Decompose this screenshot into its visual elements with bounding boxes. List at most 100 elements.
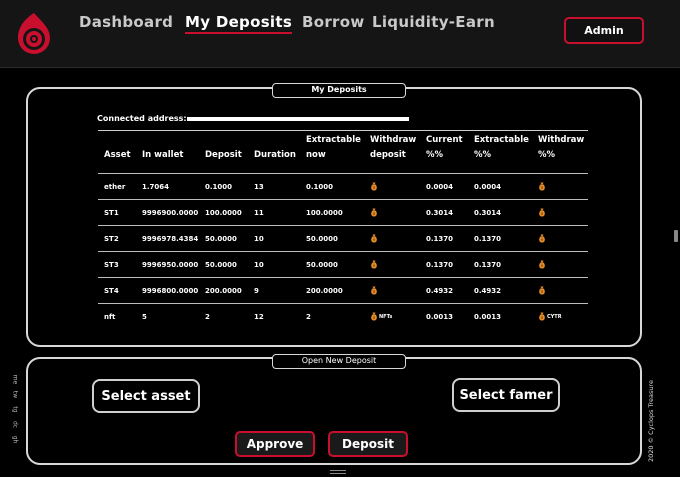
cell-duration: 12: [248, 303, 300, 330]
cell-extractable-now: 2: [300, 303, 364, 330]
money-bag-icon: [539, 182, 545, 191]
connected-address-label: Connected address:: [97, 114, 187, 123]
nav-my-deposits[interactable]: My Deposits: [185, 13, 293, 34]
cell-deposit: 200.0000: [199, 277, 248, 304]
money-bag-icon: [539, 234, 545, 243]
cell-extractable-pct: 0.4932: [468, 277, 532, 304]
cell-extractable-pct: 0.1370: [468, 251, 532, 278]
cell-asset: nft: [98, 303, 136, 330]
money-bag-icon: [539, 312, 545, 321]
cell-duration: 10: [248, 251, 300, 278]
cell-extractable-pct: 0.0004: [468, 173, 532, 200]
cell-deposit: 50.0000: [199, 225, 248, 252]
select-famer-button[interactable]: Select famer: [452, 378, 560, 412]
admin-button[interactable]: Admin: [564, 17, 644, 44]
resize-handle[interactable]: [330, 470, 346, 474]
col-current-pct: Current %%: [426, 135, 463, 160]
cell-deposit: 2: [199, 303, 248, 330]
table-row: nft 5 2 12 2 NFTs 0.0013 0.0013 CYTR: [98, 303, 588, 330]
withdraw-pct-button[interactable]: CYTR: [532, 303, 588, 330]
cell-extractable-now: 100.0000: [300, 199, 364, 226]
cell-in-wallet: 9996950.0000: [136, 251, 199, 278]
cell-current-pct: 0.1370: [420, 225, 468, 252]
deposits-table: Asset In wallet Deposit Duration Extract…: [98, 133, 588, 330]
deposit-button[interactable]: Deposit: [328, 431, 408, 457]
cell-deposit: 50.0000: [199, 251, 248, 278]
cell-extractable-pct: 0.0013: [468, 303, 532, 330]
money-bag-icon: [371, 182, 377, 191]
withdraw-deposit-button[interactable]: [364, 225, 420, 252]
withdraw-deposit-button[interactable]: [364, 199, 420, 226]
nav-liquidity-earn[interactable]: Liquidity-Earn: [372, 13, 495, 31]
withdraw-suffix: NFTs: [379, 313, 393, 320]
top-nav-bar: Dashboard My Deposits Borrow Liquidity-E…: [0, 0, 680, 68]
col-withdraw-pct: Withdraw %%: [538, 135, 585, 160]
cell-extractable-pct: 0.1370: [468, 225, 532, 252]
withdraw-deposit-button[interactable]: NFTs: [364, 303, 420, 330]
cell-in-wallet: 5: [136, 303, 199, 330]
money-bag-icon: [539, 260, 545, 269]
scrollbar-thumb[interactable]: [674, 230, 678, 242]
cell-asset: ST3: [98, 251, 136, 278]
table-row: ether 1.7064 0.1000 13 0.1000 0.0004 0.0004: [98, 173, 588, 200]
cell-in-wallet: 1.7064: [136, 173, 199, 200]
cell-asset: ether: [98, 173, 136, 200]
nav-borrow[interactable]: Borrow: [302, 13, 365, 31]
cell-extractable-now: 0.1000: [300, 173, 364, 200]
connected-address-value: [187, 117, 409, 121]
withdraw-pct-button[interactable]: [532, 277, 588, 304]
table-header-row: Asset In wallet Deposit Duration Extract…: [98, 133, 588, 174]
open-new-deposit-title: Open New Deposit: [272, 354, 406, 369]
cell-asset: ST1: [98, 199, 136, 226]
table-row: ST3 9996950.0000 50.0000 10 50.0000 0.1370 0.1…: [98, 251, 588, 278]
withdraw-deposit-button[interactable]: [364, 173, 420, 200]
withdraw-deposit-button[interactable]: [364, 277, 420, 304]
select-asset-button[interactable]: Select asset: [92, 379, 200, 413]
open-new-deposit-panel: Open New Deposit Select asset Select fam…: [26, 354, 642, 465]
cell-in-wallet: 9996900.0000: [136, 199, 199, 226]
cell-current-pct: 0.3014: [420, 199, 468, 226]
social-links: me tw tg dc gh: [2, 372, 20, 447]
cell-current-pct: 0.0013: [420, 303, 468, 330]
money-bag-icon: [539, 208, 545, 217]
col-in-wallet: In wallet: [142, 150, 184, 160]
money-bag-icon: [371, 286, 377, 295]
money-bag-icon: [371, 208, 377, 217]
cell-deposit: 100.0000: [199, 199, 248, 226]
cell-duration: 11: [248, 199, 300, 226]
money-bag-icon: [539, 286, 545, 295]
col-duration: Duration: [254, 150, 296, 160]
cell-current-pct: 0.4932: [420, 277, 468, 304]
cell-asset: ST2: [98, 225, 136, 252]
cell-duration: 9: [248, 277, 300, 304]
cell-extractable-now: 50.0000: [300, 225, 364, 252]
cell-extractable-pct: 0.3014: [468, 199, 532, 226]
approve-button[interactable]: Approve: [235, 431, 315, 457]
cell-in-wallet: 9996978.4384: [136, 225, 199, 252]
withdraw-pct-button[interactable]: [532, 199, 588, 226]
table-row: ST2 9996978.4384 50.0000 10 50.0000 0.1370 0.1…: [98, 225, 588, 252]
cyclops-logo-icon[interactable]: [12, 10, 56, 60]
col-extractable-now: Extractable now: [306, 135, 361, 160]
cell-extractable-now: 200.0000: [300, 277, 364, 304]
withdraw-pct-button[interactable]: [532, 251, 588, 278]
social-link-gh[interactable]: gh: [4, 431, 19, 449]
withdraw-pct-button[interactable]: [532, 173, 588, 200]
cell-duration: 13: [248, 173, 300, 200]
money-bag-icon: [371, 260, 377, 269]
withdraw-suffix: CYTR: [547, 313, 562, 320]
money-bag-icon: [371, 312, 377, 321]
my-deposits-panel: My Deposits Connected address: Asset In …: [26, 83, 642, 347]
cell-current-pct: 0.0004: [420, 173, 468, 200]
cell-in-wallet: 9996800.0000: [136, 277, 199, 304]
table-row: ST4 9996800.0000 200.0000 9 200.0000 0.4932 0.…: [98, 277, 588, 304]
my-deposits-title: My Deposits: [272, 83, 406, 98]
table-top-divider: [98, 130, 588, 131]
cell-duration: 10: [248, 225, 300, 252]
withdraw-deposit-button[interactable]: [364, 251, 420, 278]
cell-asset: ST4: [98, 277, 136, 304]
nav-dashboard[interactable]: Dashboard: [79, 13, 173, 31]
col-asset: Asset: [104, 150, 131, 160]
withdraw-pct-button[interactable]: [532, 225, 588, 252]
copyright-text: 2020 © Cyclops Treasure: [647, 379, 655, 462]
